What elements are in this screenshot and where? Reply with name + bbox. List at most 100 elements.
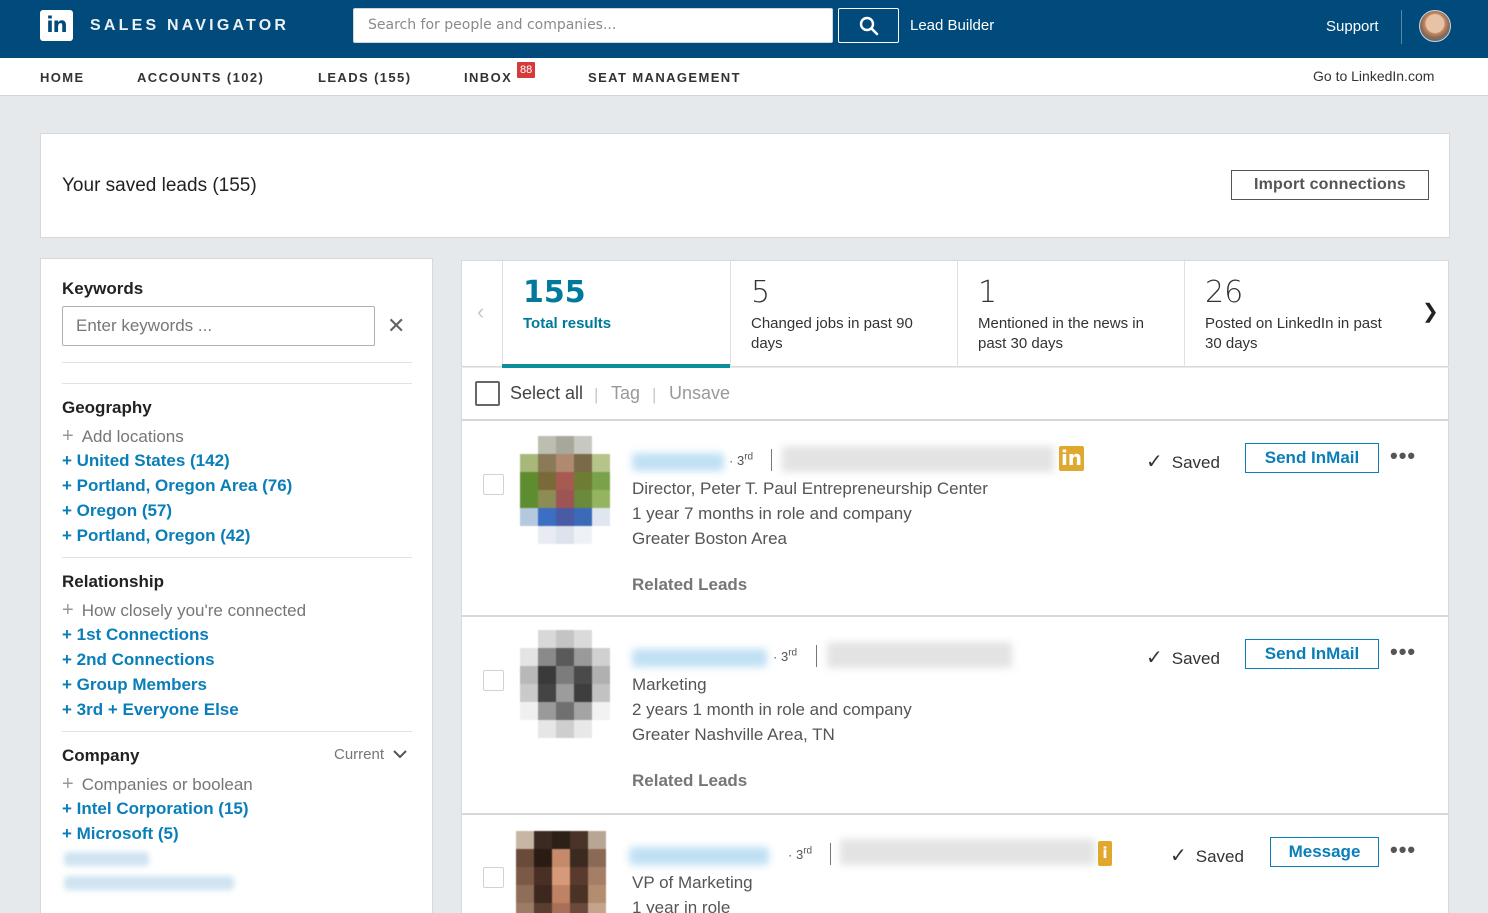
related-leads-link[interactable]: Related Leads (632, 771, 747, 791)
add-company-label: Companies or boolean (81, 775, 253, 794)
tag-button[interactable]: Tag (611, 383, 640, 404)
company-heading: Company (62, 746, 140, 765)
lead-title: VP of Marketing (632, 873, 753, 892)
geo-filter-portland[interactable]: + Portland, Oregon (42) (62, 526, 250, 546)
inbox-badge: 88 (517, 62, 536, 78)
lead-name[interactable] (632, 453, 724, 471)
select-all-label[interactable]: Select all (510, 383, 583, 404)
stat-total-results[interactable]: 155 Total results (502, 261, 730, 368)
lead-checkbox[interactable] (483, 867, 504, 888)
avatar[interactable] (520, 630, 610, 738)
stat-number: 155 (523, 275, 586, 310)
separator (816, 645, 817, 667)
search-icon (859, 16, 879, 36)
stat-label: Mentioned in the news in past 30 days (978, 315, 1144, 352)
nav-leads[interactable]: LEADS (155) (318, 70, 411, 85)
linkedin-logo[interactable]: in (40, 10, 73, 41)
more-icon[interactable]: ••• (1390, 443, 1416, 469)
chevron-left-icon[interactable]: ‹ (477, 299, 484, 325)
nav-accounts[interactable]: ACCOUNTS (102) (137, 70, 264, 85)
send-inmail-button[interactable]: Send InMail (1245, 639, 1379, 669)
separator: | (652, 385, 657, 404)
lead-checkbox[interactable] (483, 670, 504, 691)
avatar[interactable] (1419, 10, 1451, 42)
select-all-checkbox[interactable] (475, 381, 500, 406)
lead-name[interactable] (629, 847, 769, 865)
plus-icon: + (62, 425, 74, 447)
add-locations[interactable]: + Add locations (62, 425, 184, 448)
keywords-input[interactable]: Enter keywords ... (62, 306, 375, 346)
saved-status[interactable]: ✓ Saved (1146, 645, 1220, 670)
message-button[interactable]: Message (1270, 837, 1379, 867)
linkedin-badge-icon: in (1059, 446, 1084, 471)
geo-filter-united-states[interactable]: + United States (142) (62, 451, 230, 471)
search-button[interactable] (838, 8, 899, 43)
connection-degree: · 3rd (773, 648, 798, 665)
nav-inbox[interactable]: INBOX (464, 70, 512, 85)
main-nav: HOME ACCOUNTS (102) LEADS (155) INBOX 88… (0, 58, 1488, 96)
lead-title: Marketing (632, 675, 707, 694)
nav-home[interactable]: HOME (40, 70, 85, 85)
lead-card: · 3rd Marketing 2 years 1 month in role … (461, 616, 1449, 814)
saved-label: Saved (1195, 847, 1244, 866)
related-leads-link[interactable]: Related Leads (632, 575, 747, 595)
geo-filter-oregon[interactable]: + Oregon (57) (62, 501, 172, 521)
more-icon[interactable]: ••• (1390, 639, 1416, 665)
nav-seat-management[interactable]: SEAT MANAGEMENT (588, 70, 741, 85)
close-icon[interactable]: ✕ (387, 313, 405, 339)
stat-label: Total results (523, 315, 612, 332)
topbar-divider (1401, 10, 1402, 44)
lead-builder-link[interactable]: Lead Builder (910, 17, 994, 34)
lead-company[interactable] (782, 446, 1054, 472)
plus-icon: + (62, 599, 74, 621)
saved-status[interactable]: ✓ Saved (1170, 843, 1244, 868)
add-relationship[interactable]: + How closely you're connected (62, 599, 306, 622)
rel-filter-2nd[interactable]: + 2nd Connections (62, 650, 215, 670)
connection-degree: · 3rd (729, 452, 754, 469)
check-icon: ✓ (1146, 451, 1163, 473)
rel-filter-3rd[interactable]: + 3rd + Everyone Else (62, 700, 239, 720)
goto-linkedin-link[interactable]: Go to LinkedIn.com (1313, 68, 1434, 84)
search-input[interactable]: Search for people and companies... (353, 8, 833, 43)
more-icon[interactable]: ••• (1390, 837, 1416, 863)
blurred-company-filter[interactable] (64, 876, 234, 890)
connection-degree: · 3rd (788, 846, 813, 863)
lead-company[interactable] (827, 642, 1012, 668)
send-inmail-button[interactable]: Send InMail (1245, 443, 1379, 473)
stat-changed-jobs[interactable]: 5 Changed jobs in past 90 days (730, 261, 957, 367)
add-relationship-label: How closely you're connected (81, 601, 307, 620)
lead-card: · 3rd in Director, Peter T. Paul Entrepr… (461, 420, 1449, 616)
blurred-company-filter[interactable] (64, 852, 149, 866)
divider (62, 557, 412, 558)
lead-tenure: 2 years 1 month in role and company (632, 700, 912, 719)
lead-company[interactable] (840, 839, 1095, 865)
check-icon: ✓ (1146, 647, 1163, 669)
company-scope-label: Current (334, 746, 385, 763)
stat-number: 5 (751, 275, 771, 310)
support-link[interactable]: Support (1326, 18, 1379, 35)
stat-mentioned-news[interactable]: 1 Mentioned in the news in past 30 days (957, 261, 1184, 367)
avatar[interactable] (520, 436, 610, 544)
company-filter-microsoft[interactable]: + Microsoft (5) (62, 824, 179, 844)
unsave-button[interactable]: Unsave (669, 383, 730, 404)
separator (771, 449, 772, 471)
lead-checkbox[interactable] (483, 474, 504, 495)
geo-filter-portland-area[interactable]: + Portland, Oregon Area (76) (62, 476, 292, 496)
divider (62, 731, 412, 732)
import-connections-button[interactable]: Import connections (1231, 170, 1429, 200)
saved-leads-header: Your saved leads (155) Import connection… (40, 133, 1450, 238)
lead-location: Greater Nashville Area, TN (632, 725, 835, 744)
brand-name: SALES NAVIGATOR (90, 17, 290, 34)
saved-status[interactable]: ✓ Saved (1146, 449, 1220, 474)
rel-filter-1st[interactable]: + 1st Connections (62, 625, 209, 645)
avatar[interactable] (516, 831, 606, 913)
rel-filter-group[interactable]: + Group Members (62, 675, 207, 695)
add-company[interactable]: + Companies or boolean (62, 773, 253, 796)
lead-card: · 3rd i VP of Marketing 1 year in role ✓… (461, 814, 1449, 913)
company-scope-dropdown[interactable]: Current (334, 746, 408, 763)
stat-posted-linkedin[interactable]: 26 Posted on LinkedIn in past 30 days (1184, 261, 1411, 367)
lead-name[interactable] (632, 649, 767, 667)
saved-label: Saved (1171, 453, 1220, 472)
company-filter-intel[interactable]: + Intel Corporation (15) (62, 799, 249, 819)
chevron-right-icon[interactable]: ❯ (1422, 299, 1439, 324)
